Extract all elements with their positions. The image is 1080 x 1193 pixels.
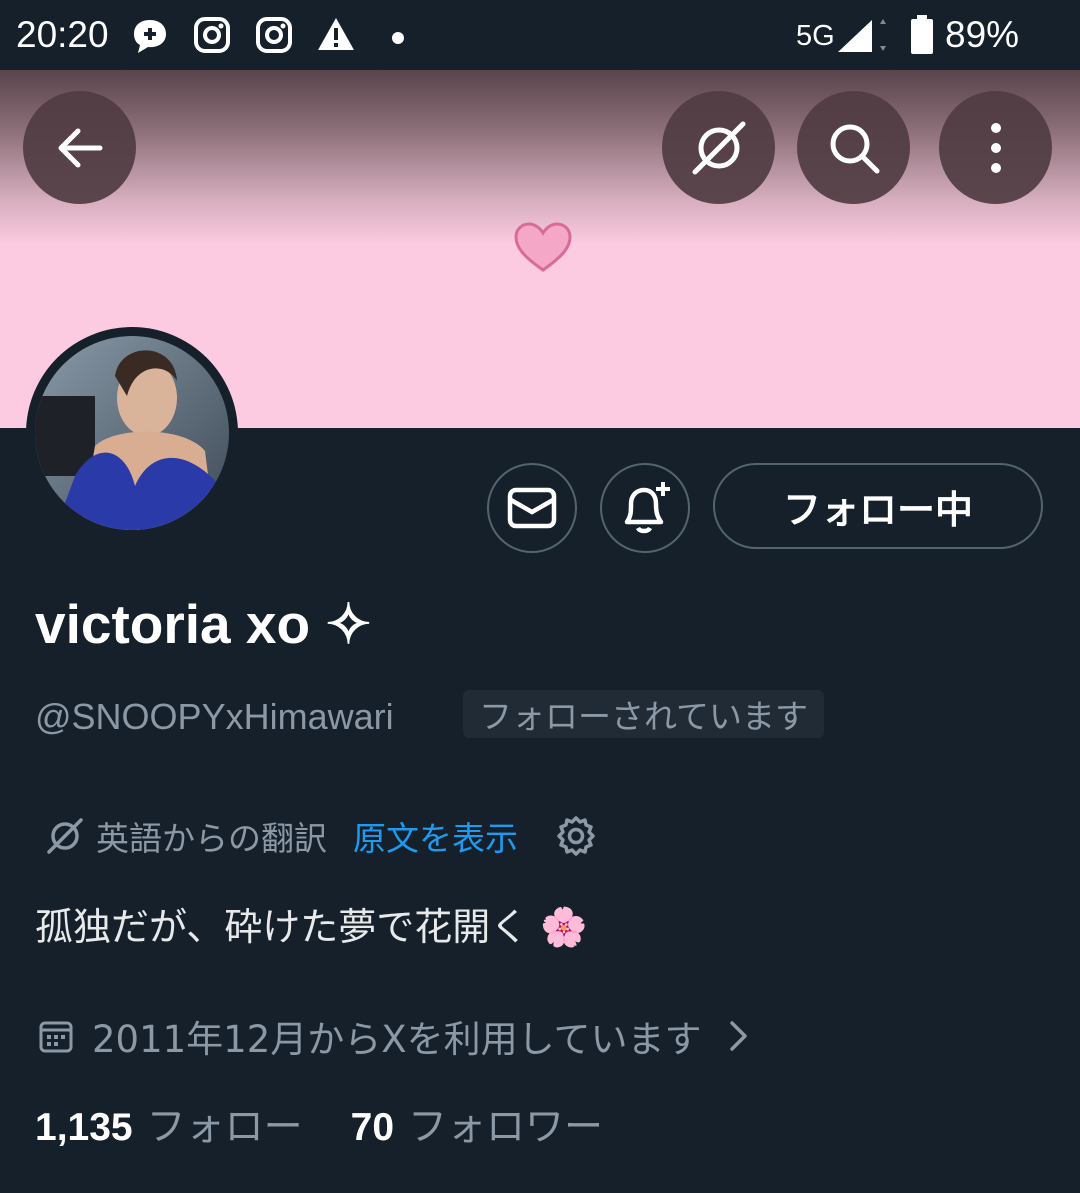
chevron-right-icon <box>730 1021 748 1051</box>
chat-plus-icon <box>128 16 172 60</box>
profile-avatar[interactable] <box>26 327 238 539</box>
more-vert-icon <box>990 122 1001 173</box>
translation-row: 英語からの翻訳 原文を表示 <box>44 812 598 860</box>
bell-plus-icon <box>624 482 670 534</box>
translate-icon <box>692 121 745 174</box>
search-button[interactable] <box>797 91 910 204</box>
calendar-icon <box>39 1021 73 1053</box>
back-arrow-icon <box>58 128 102 167</box>
dot-icon <box>391 30 405 49</box>
followers-label: フォロワー <box>408 1105 604 1150</box>
show-original-link[interactable]: 原文を表示 <box>353 812 518 860</box>
status-bar: 20:20 5G 89% <box>0 0 1080 70</box>
translate-button[interactable] <box>662 91 775 204</box>
display-name: victoria xo ✧ <box>35 593 372 655</box>
joined-date-row[interactable]: 2011年12月からXを利用しています <box>38 1008 751 1064</box>
avatar-photo <box>35 336 229 530</box>
user-handle: @SNOOPYxHimawari <box>35 696 394 737</box>
warning-icon <box>316 16 356 56</box>
following-label: フォロー <box>146 1105 303 1150</box>
status-time: 20:20 <box>16 14 109 55</box>
followers-count: 70 <box>350 1106 395 1149</box>
profile-bio: 孤独だが、砕けた夢で花開く 🌸 <box>35 905 588 949</box>
follows-you-badge: フォローされています <box>463 690 825 738</box>
instagram-icon <box>193 16 231 58</box>
network-type: 5G <box>796 20 835 52</box>
following-count: 1,135 <box>35 1106 133 1149</box>
more-button[interactable] <box>939 91 1052 204</box>
following-button[interactable]: フォロー中 <box>713 463 1043 549</box>
battery-icon <box>910 15 934 59</box>
notify-button[interactable] <box>600 463 690 553</box>
following-stat[interactable]: 1,135 フォロー <box>35 1096 303 1152</box>
instagram-icon <box>255 16 293 58</box>
back-button[interactable] <box>23 91 136 204</box>
message-button[interactable] <box>487 463 577 553</box>
translation-label: 英語からの翻訳 <box>96 819 327 858</box>
gear-icon[interactable] <box>554 814 598 858</box>
follow-stats: 1,135 フォロー 70 フォロワー <box>35 1096 603 1152</box>
heart-emoji <box>514 222 572 272</box>
signal-icon <box>836 18 888 58</box>
translate-icon <box>47 818 83 854</box>
battery-percent: 89% <box>945 14 1020 55</box>
joined-date: 2011年12月からXを利用しています <box>92 1018 702 1061</box>
search-icon <box>830 124 879 173</box>
mail-icon <box>507 487 557 529</box>
followers-stat[interactable]: 70 フォロワー <box>351 1096 603 1152</box>
